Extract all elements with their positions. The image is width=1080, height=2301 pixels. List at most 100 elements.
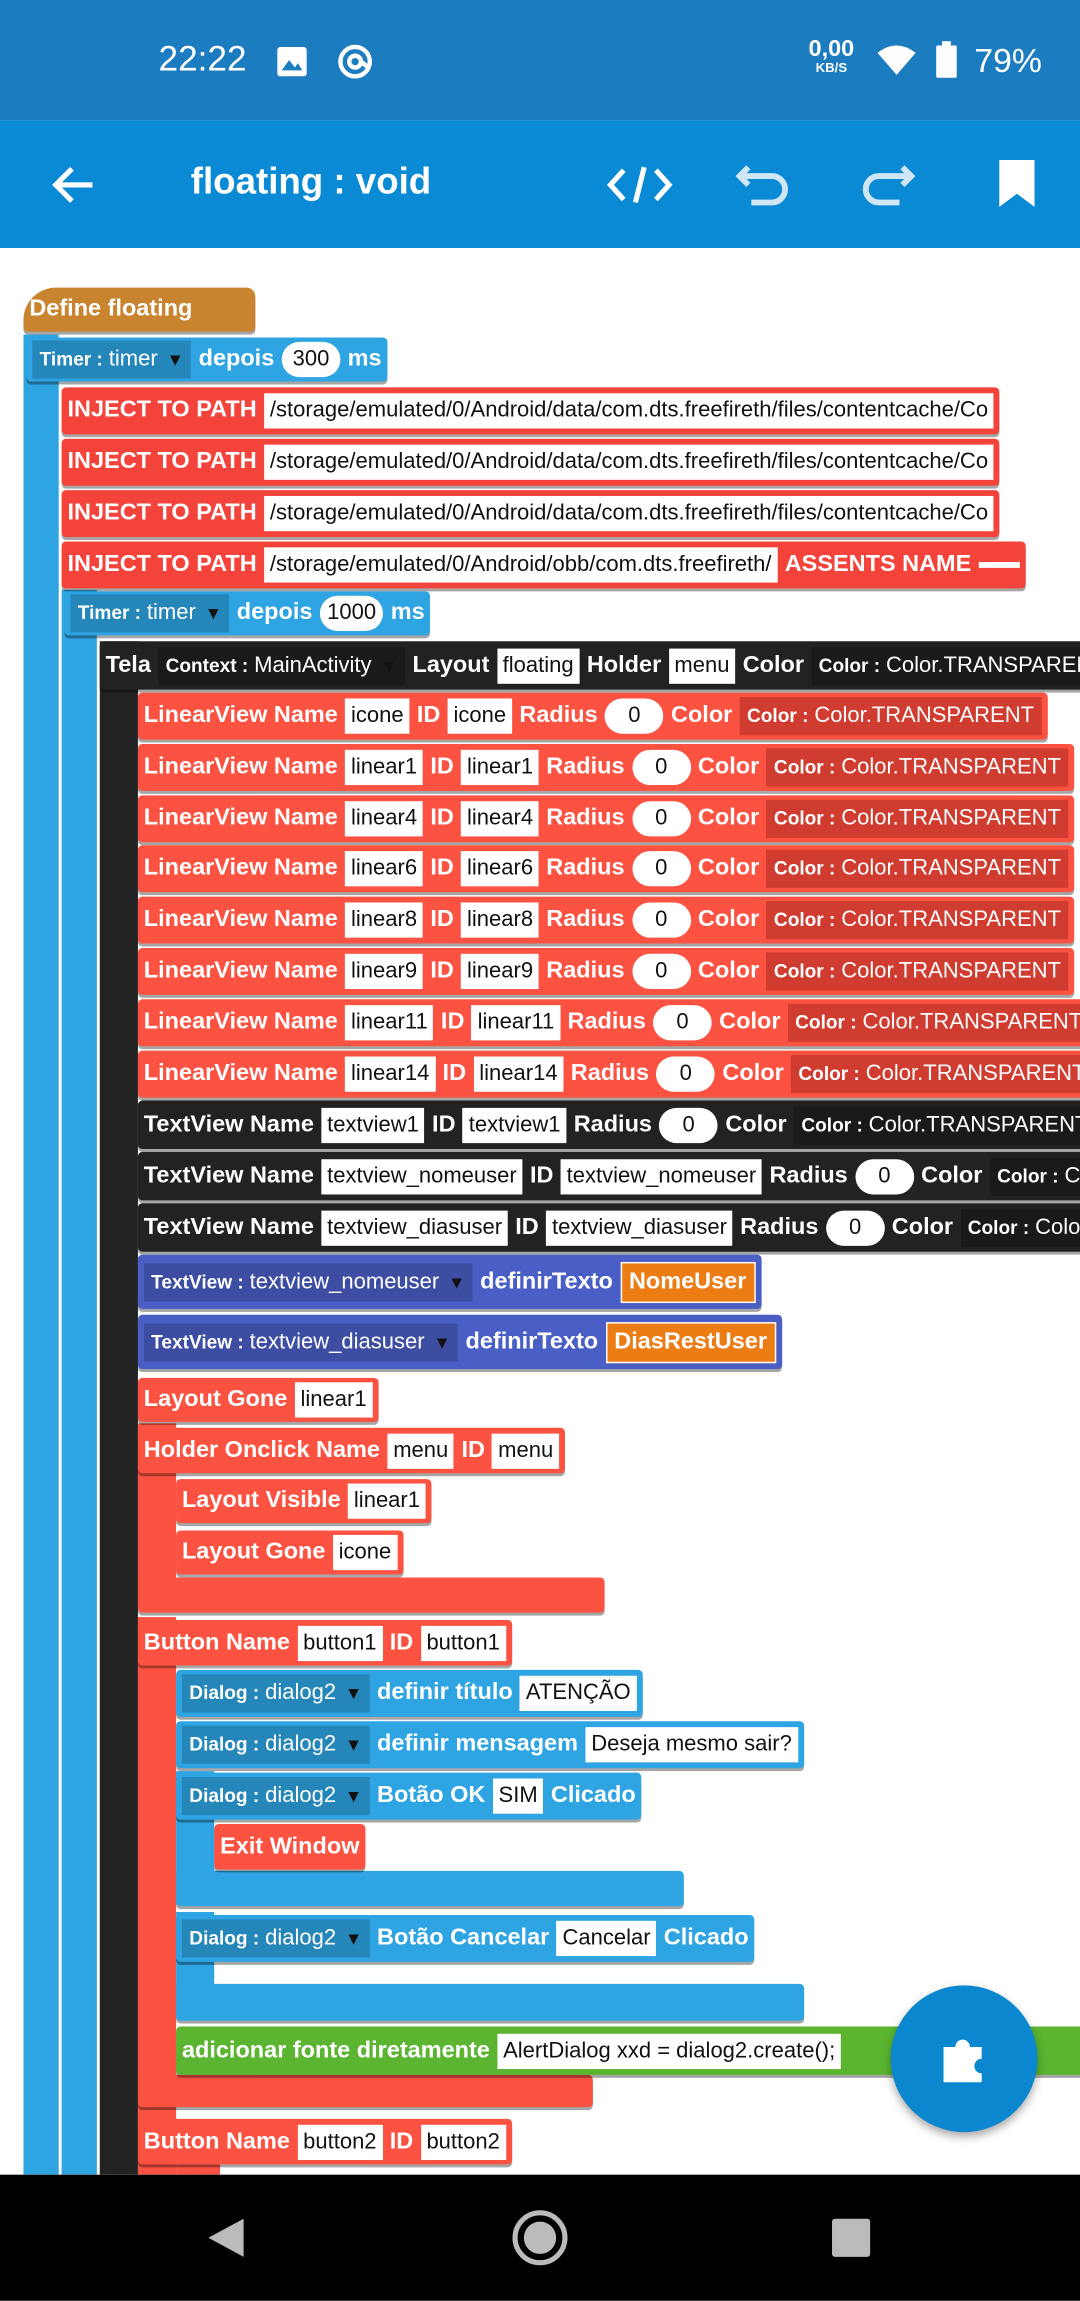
dropdown[interactable]: Color :Color.TRANSPARENT	[739, 697, 1042, 736]
text-field[interactable]: textview1	[321, 1107, 425, 1143]
text-field[interactable]: linear1	[461, 749, 539, 785]
text-field[interactable]: icone	[447, 698, 513, 734]
dropdown[interactable]: Timer : timer ▼	[70, 594, 230, 633]
text-field[interactable]: textview1	[462, 1107, 567, 1143]
block-red[interactable]: Layout Gone icone	[176, 1530, 404, 1575]
number-field[interactable]: 0	[659, 1107, 719, 1143]
block-settext[interactable]: TextView : textview_nomeuser ▼ definirTexto…	[137, 1254, 762, 1309]
redo-icon[interactable]	[858, 161, 917, 208]
block-red[interactable]: Button Name button2 ID button2	[137, 2118, 512, 2165]
number-field[interactable]: 0	[631, 902, 691, 938]
number-field[interactable]: 0	[604, 698, 664, 734]
block-dialog[interactable]: Dialog : dialog2 ▼ definir mensagem Deseja m…	[176, 1721, 804, 1769]
text-field[interactable]: linear8	[461, 902, 539, 938]
text-field[interactable]: Deseja mesmo sair?	[585, 1727, 798, 1763]
block-linear[interactable]: LinearView Name linear14 ID linear14 Radius 0…	[137, 1050, 1080, 1098]
dropdown[interactable]: Color :Color.TRANSPARENT	[811, 646, 1080, 685]
text-field[interactable]: menu	[668, 647, 736, 684]
number-field[interactable]: 0	[631, 749, 691, 785]
number-field[interactable]: 0	[653, 1004, 712, 1041]
block-inject[interactable]: INJECT TO PATH/storage/emulated/0/Androi…	[61, 438, 1000, 486]
dropdown[interactable]: Color :Color.TRANSPARENT	[791, 1054, 1080, 1093]
number-field[interactable]: 0	[825, 1209, 885, 1246]
dropdown[interactable]: Color :Color.TRANSPARENT	[766, 901, 1069, 940]
block-linear[interactable]: LinearView Name linear4 ID linear4 Radius 0 Co…	[137, 794, 1075, 842]
text-field[interactable]: floating	[496, 647, 580, 684]
text-field[interactable]	[978, 562, 1020, 568]
variable-block[interactable]: DiasRestUser	[605, 1321, 776, 1363]
text-field[interactable]: linear1	[348, 1483, 426, 1519]
block-textview[interactable]: TextView Name textview_diasuser ID textview…	[137, 1203, 1080, 1252]
text-field[interactable]: linear9	[461, 953, 539, 990]
block-red[interactable]: Exit Window	[214, 1823, 366, 1870]
text-field[interactable]: linear11	[471, 1004, 561, 1041]
text-field[interactable]: menu	[492, 1432, 560, 1469]
block-linear[interactable]: LinearView Name linear11 ID linear11 Radius 0…	[137, 999, 1080, 1046]
block-linear[interactable]: LinearView Name linear9 ID linear9 Radius 0 Co…	[137, 947, 1075, 995]
text-field[interactable]: Cancelar	[556, 1920, 657, 1957]
dropdown[interactable]: TextView : textview_diasuser ▼	[143, 1322, 459, 1362]
dropdown[interactable]: Color :Color.TRANSPARENT	[794, 1105, 1080, 1144]
number-field[interactable]: 1000	[319, 595, 384, 631]
text-field[interactable]: /storage/emulated/0/Android/obb/com.dts.…	[263, 547, 778, 583]
nav-back-icon[interactable]	[205, 2216, 246, 2260]
block-linear[interactable]: LinearView Name linear8 ID linear8 Radius 0 Co…	[137, 896, 1075, 944]
block-textview[interactable]: TextView Name textview_nomeuser ID textview…	[137, 1151, 1080, 1201]
dropdown[interactable]: Dialog : dialog2 ▼	[181, 1919, 370, 1958]
text-field[interactable]: textview_nomeuser	[560, 1158, 763, 1194]
text-field[interactable]: linear4	[461, 800, 539, 836]
text-field[interactable]: menu	[387, 1432, 455, 1469]
text-field[interactable]: /storage/emulated/0/Android/data/com.dts…	[263, 495, 994, 532]
number-field[interactable]: 0	[631, 851, 691, 887]
text-field[interactable]: linear1	[294, 1382, 373, 1418]
text-field[interactable]: textview_diasuser	[321, 1209, 508, 1246]
number-field[interactable]: 0	[656, 1055, 716, 1092]
block-inject[interactable]: INJECT TO PATH/storage/emulated/0/Androi…	[61, 490, 1000, 538]
dropdown[interactable]: Timer : timer ▼	[32, 340, 192, 379]
block-red[interactable]: Button Name button1 ID button1	[137, 1620, 512, 1666]
text-field[interactable]: linear14	[345, 1055, 436, 1092]
dropdown[interactable]: TextView : textview_nomeuser ▼	[143, 1262, 473, 1301]
block-timer[interactable]: Timer : timer ▼ depois 1000 ms	[64, 591, 431, 636]
text-field[interactable]: icone	[345, 698, 410, 734]
block-canvas[interactable]: Define floating Timer : timer ▼ depois 300 ms I…	[0, 247, 1080, 2175]
dropdown[interactable]: Color :Color.TRANSPARENT	[766, 952, 1069, 991]
number-field[interactable]: 0	[631, 953, 691, 990]
text-field[interactable]: icone	[332, 1534, 398, 1571]
bookmark-icon[interactable]	[998, 158, 1036, 208]
text-field[interactable]: textview_nomeuser	[321, 1158, 523, 1194]
block-textview[interactable]: TextView Name textview1 ID textview1 Radius 0…	[137, 1100, 1080, 1149]
text-field[interactable]: button1	[420, 1625, 506, 1661]
block-timer[interactable]: Timer : timer ▼ depois 300 ms	[26, 337, 388, 382]
block-dialog[interactable]: Dialog : dialog2 ▼ Botão Cancelar Cancelar Cl…	[176, 1914, 755, 1962]
text-field[interactable]: linear11	[345, 1004, 434, 1041]
number-field[interactable]: 0	[855, 1158, 914, 1194]
text-field[interactable]: button2	[297, 2124, 383, 2160]
text-field[interactable]: button1	[297, 1625, 383, 1661]
block-red[interactable]: Layout Visible linear1	[176, 1479, 432, 1524]
number-field[interactable]: 300	[281, 341, 341, 378]
add-block-button[interactable]	[890, 1985, 1038, 2133]
block-inject[interactable]: INJECT TO PATH/storage/emulated/0/Androi…	[61, 387, 1000, 435]
dropdown[interactable]: Context : MainActivity ▼	[158, 646, 406, 685]
undo-icon[interactable]	[734, 161, 793, 208]
dropdown[interactable]: Color :Color.TRANSPARENT	[766, 748, 1069, 787]
nav-home-icon[interactable]	[511, 2208, 570, 2267]
text-field[interactable]: linear8	[345, 902, 423, 938]
block-linear[interactable]: LinearView Name linear6 ID linear6 Radius 0 Co…	[137, 845, 1075, 893]
block-tela[interactable]: Tela Context : MainActivity ▼ Layout floating…	[99, 641, 1080, 690]
block-dialog[interactable]: Dialog : dialog2 ▼ definir título ATENÇÃO	[176, 1669, 643, 1717]
text-field[interactable]: linear1	[345, 749, 423, 785]
text-field[interactable]: AlertDialog xxd = dialog2.create();	[497, 2033, 842, 2069]
text-field[interactable]: linear6	[461, 851, 539, 887]
block-linear[interactable]: LinearView Name icone ID icone Radius 0 Color C…	[137, 692, 1048, 740]
text-field[interactable]: button2	[420, 2124, 506, 2160]
text-field[interactable]: linear6	[345, 851, 423, 887]
block-define[interactable]: Define floating	[23, 287, 256, 332]
nav-recents-icon[interactable]	[831, 2217, 872, 2258]
back-arrow-icon[interactable]	[51, 164, 95, 205]
text-field[interactable]: linear14	[473, 1055, 564, 1092]
dropdown[interactable]: Color :Color.TRANSPARENT	[989, 1157, 1080, 1196]
dropdown[interactable]: Color :Color.TRANSPARENT	[787, 1003, 1080, 1042]
dropdown[interactable]: Color :Color.TRANSPARENT	[960, 1208, 1080, 1247]
